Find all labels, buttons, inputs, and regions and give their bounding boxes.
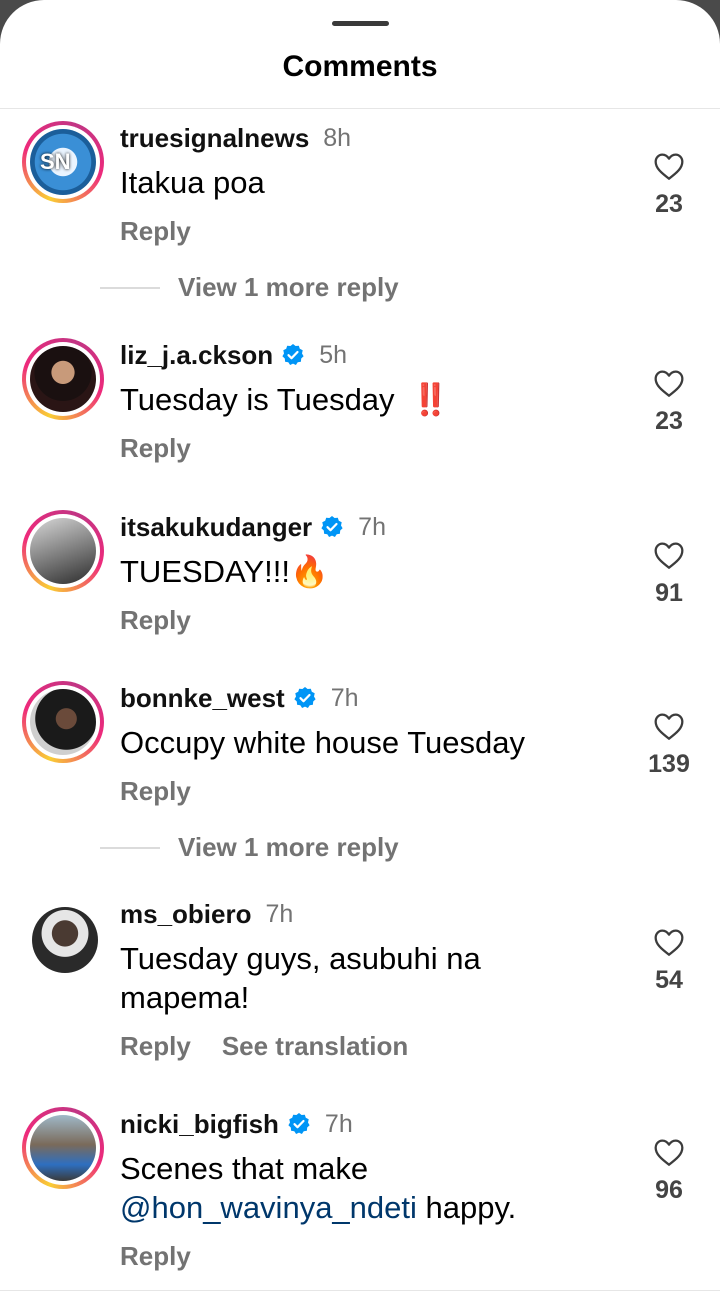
reply-button[interactable]: Reply: [120, 1241, 191, 1272]
view-more-replies[interactable]: View 1 more reply: [100, 272, 399, 303]
avatar-story-ring[interactable]: SN: [22, 121, 104, 203]
comment-text: Tuesday guys, asubuhi na mapema!: [120, 941, 481, 1015]
divider-line: [100, 846, 160, 849]
avatar-story-ring[interactable]: [22, 1107, 104, 1189]
comment-text-body: Scenes that make: [120, 1151, 369, 1186]
double-exclamation-emoji: ‼️: [411, 382, 450, 417]
like-button[interactable]: 23: [648, 368, 690, 436]
like-count: 91: [655, 579, 683, 607]
avatar-wrap[interactable]: [22, 897, 104, 979]
comment-username[interactable]: ms_obiero: [120, 899, 252, 930]
comment-username[interactable]: nicki_bigfish: [120, 1109, 279, 1140]
sheet-title: Comments: [282, 50, 438, 83]
comment-username[interactable]: liz_j.a.ckson: [120, 340, 273, 371]
avatar: [32, 907, 98, 973]
comment-text-end: happy.: [416, 1190, 517, 1225]
heart-outline-icon: [654, 370, 684, 397]
like-count: 54: [655, 966, 683, 994]
reply-button[interactable]: Reply: [120, 216, 191, 247]
avatar: [30, 346, 96, 412]
like-count: 23: [655, 407, 683, 435]
like-button[interactable]: 23: [648, 151, 690, 219]
like-button[interactable]: 96: [648, 1137, 690, 1205]
avatar-logo-text: SN: [40, 149, 71, 174]
comment-username[interactable]: bonnke_west: [120, 683, 285, 714]
comment-time: 7h: [330, 683, 359, 712]
comment-text-body: Tuesday is Tuesday: [120, 382, 395, 417]
verified-badge-icon: [282, 344, 304, 365]
avatar: [30, 1115, 96, 1181]
comments-sheet: Comments SN truesignalnews 8h Itakua poa…: [0, 0, 720, 1296]
like-button[interactable]: 91: [648, 540, 690, 608]
heart-outline-icon: [654, 929, 684, 956]
comment-time: 7h: [324, 1109, 353, 1138]
avatar-story-ring[interactable]: [22, 510, 104, 592]
reply-button[interactable]: Reply: [120, 605, 191, 636]
comment-text: Itakua poa: [120, 165, 265, 200]
avatar-story-ring[interactable]: [22, 681, 104, 763]
like-button[interactable]: 139: [648, 711, 690, 779]
comment-time: 8h: [323, 123, 352, 152]
avatar: [30, 518, 96, 584]
bottom-divider: [0, 1290, 720, 1291]
see-translation-button[interactable]: See translation: [222, 1031, 408, 1062]
comment-text: Scenes that make @hon_wavinya_ndeti happ…: [120, 1149, 590, 1227]
mention-link[interactable]: @hon_wavinya_ndeti: [120, 1190, 417, 1225]
comment-text: TUESDAY!!!🔥: [120, 554, 329, 589]
view-more-replies[interactable]: View 1 more reply: [100, 832, 399, 863]
verified-badge-icon: [294, 687, 316, 708]
avatar: [30, 689, 96, 755]
comment-text: Occupy white house Tuesday: [120, 725, 525, 760]
comment-time: 7h: [265, 899, 294, 928]
avatar-story-ring[interactable]: [22, 338, 104, 420]
header-divider: [0, 108, 720, 109]
heart-outline-icon: [654, 713, 684, 740]
like-count: 96: [655, 1176, 683, 1204]
view-more-label: View 1 more reply: [178, 272, 399, 302]
reply-button[interactable]: Reply: [120, 1031, 191, 1062]
heart-outline-icon: [654, 153, 684, 180]
verified-badge-icon: [321, 516, 343, 537]
drag-handle[interactable]: [332, 21, 389, 26]
comment-time: 5h: [319, 340, 347, 369]
comment-username[interactable]: truesignalnews: [120, 123, 309, 154]
verified-badge-icon: [288, 1113, 310, 1134]
like-count: 23: [655, 190, 683, 218]
comment-text: Tuesday is Tuesday ‼️: [120, 380, 590, 419]
comment-time: 7h: [358, 512, 386, 541]
heart-outline-icon: [654, 542, 684, 569]
reply-button[interactable]: Reply: [120, 776, 191, 807]
heart-outline-icon: [654, 1139, 684, 1166]
avatar: SN: [30, 129, 96, 195]
reply-button[interactable]: Reply: [120, 433, 191, 464]
divider-line: [100, 286, 160, 289]
like-count: 139: [648, 750, 690, 778]
comment-username[interactable]: itsakukudanger: [120, 512, 312, 543]
like-button[interactable]: 54: [648, 927, 690, 995]
view-more-label: View 1 more reply: [178, 832, 399, 862]
